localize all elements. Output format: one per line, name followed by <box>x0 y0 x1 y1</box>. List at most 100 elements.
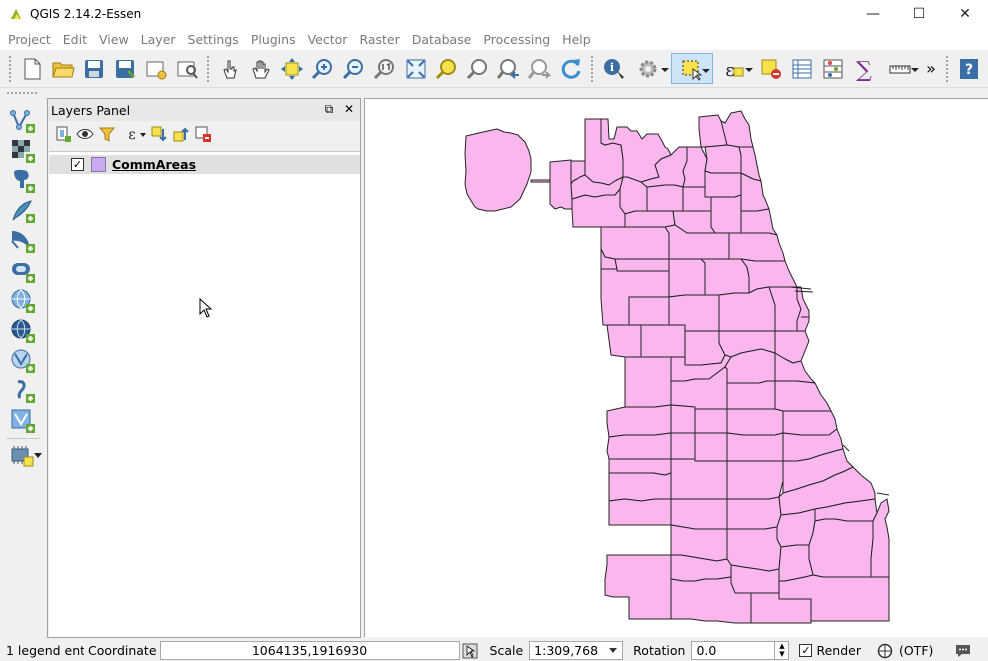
render-checkbox[interactable]: ✓ <box>799 644 813 657</box>
comm-area-polygon[interactable] <box>602 324 642 358</box>
comm-area-polygon[interactable] <box>718 286 776 332</box>
comm-area-polygon[interactable] <box>606 404 672 438</box>
crs-status-button[interactable] <box>875 641 895 661</box>
minimize-button[interactable]: — <box>850 0 896 28</box>
zoom-out-button[interactable] <box>338 53 369 84</box>
comm-area-polygon[interactable] <box>710 194 742 234</box>
select-features-button[interactable] <box>671 53 713 84</box>
maximize-button[interactable]: ☐ <box>896 0 942 28</box>
select-by-expression-button[interactable]: ε <box>713 53 755 84</box>
close-window-button[interactable]: ✕ <box>942 0 988 28</box>
show-statistical-summary-button[interactable]: ∑ <box>848 53 879 84</box>
comm-area-polygon[interactable] <box>549 159 573 210</box>
pan-map-button[interactable] <box>245 53 276 84</box>
open-project-button[interactable] <box>47 53 78 84</box>
toolbar-handle[interactable] <box>6 91 38 95</box>
layer-item-commareas[interactable]: ✓ CommAreas <box>49 155 360 174</box>
comm-area-polygon[interactable] <box>726 526 782 572</box>
statistical-summary-table-button[interactable] <box>817 53 848 84</box>
close-panel-button[interactable]: ✕ <box>342 102 356 116</box>
comm-area-polygon[interactable] <box>726 380 776 410</box>
manage-visibility-button[interactable] <box>74 123 96 145</box>
comm-area-polygon[interactable] <box>604 554 672 620</box>
layer-symbol-swatch[interactable] <box>91 157 106 172</box>
add-vector-layer-button[interactable] <box>8 106 38 136</box>
help-button[interactable]: ? <box>953 53 984 84</box>
menu-processing[interactable]: Processing <box>477 32 556 47</box>
comm-area-polygon[interactable] <box>726 496 782 530</box>
layer-tree[interactable]: ✓ CommAreas <box>49 151 360 637</box>
comm-area-polygon[interactable] <box>726 432 784 462</box>
map-canvas[interactable] <box>364 98 988 637</box>
remove-layer-button[interactable] <box>192 123 214 145</box>
open-attribute-table-button[interactable] <box>786 53 817 84</box>
add-group-button[interactable] <box>52 123 74 145</box>
touch-zoom-pan-button[interactable] <box>214 53 245 84</box>
zoom-in-button[interactable] <box>307 53 338 84</box>
toggle-extents-button[interactable] <box>460 641 480 661</box>
save-project-button[interactable] <box>78 53 109 84</box>
add-wcs-layer-button[interactable] <box>8 316 38 346</box>
add-spatialite-layer-button[interactable] <box>8 196 38 226</box>
comm-area-polygon[interactable] <box>600 226 670 260</box>
messages-button[interactable] <box>953 641 973 661</box>
zoom-to-selection-button[interactable] <box>431 53 462 84</box>
identify-features-button[interactable]: i <box>598 53 629 84</box>
comm-area-polygon[interactable] <box>624 210 676 228</box>
toolbar-overflow-button[interactable]: » <box>921 53 941 84</box>
comm-area-polygon[interactable] <box>778 544 814 582</box>
comm-area-polygon[interactable] <box>740 208 778 236</box>
zoom-last-button[interactable] <box>493 53 524 84</box>
filter-by-expression-button[interactable]: ε <box>118 123 148 145</box>
new-project-button[interactable] <box>16 53 47 84</box>
comm-area-polygon[interactable] <box>530 179 551 183</box>
comm-area-polygon[interactable] <box>670 432 696 460</box>
comm-area-polygon[interactable] <box>464 128 532 212</box>
comm-area-polygon[interactable] <box>608 498 672 526</box>
add-raster-layer-button[interactable] <box>8 136 38 166</box>
comm-area-polygon[interactable] <box>774 380 832 412</box>
menu-database[interactable]: Database <box>406 32 478 47</box>
measure-line-button[interactable] <box>879 53 921 84</box>
menu-project[interactable]: Project <box>2 32 57 47</box>
composer-manager-button[interactable] <box>171 53 202 84</box>
comm-area-polygon[interactable] <box>728 232 786 262</box>
comm-area-polygon[interactable] <box>646 184 684 212</box>
add-delimited-text-layer-button[interactable] <box>8 376 38 406</box>
menu-vector[interactable]: Vector <box>302 32 354 47</box>
comm-area-polygon[interactable] <box>614 258 670 272</box>
menu-raster[interactable]: Raster <box>353 32 405 47</box>
comm-area-polygon[interactable] <box>808 518 874 578</box>
toolbar-handle[interactable] <box>945 54 949 83</box>
rotation-spinbox[interactable]: 0.0 ▲ ▼ <box>691 641 790 660</box>
comm-area-polygon[interactable] <box>698 114 728 148</box>
menu-view[interactable]: View <box>93 32 135 47</box>
rotation-spin-buttons[interactable]: ▲ ▼ <box>774 642 788 659</box>
deselect-features-button[interactable] <box>755 53 786 84</box>
comm-area-polygon[interactable] <box>624 356 672 408</box>
comm-area-polygon[interactable] <box>640 324 686 358</box>
comm-area-polygon[interactable] <box>668 258 706 298</box>
menu-help[interactable]: Help <box>556 32 597 47</box>
comm-area-polygon[interactable] <box>670 498 728 530</box>
add-mssql-layer-button[interactable] <box>8 226 38 256</box>
comm-area-polygon[interactable] <box>704 170 742 198</box>
comm-area-polygon[interactable] <box>776 508 816 548</box>
menu-plugins[interactable]: Plugins <box>245 32 302 47</box>
expand-all-button[interactable] <box>148 123 170 145</box>
layer-visibility-checkbox[interactable]: ✓ <box>71 158 84 171</box>
pan-to-selection-button[interactable] <box>276 53 307 84</box>
menu-settings[interactable]: Settings <box>182 32 245 47</box>
new-print-composer-button[interactable] <box>140 53 171 84</box>
toolbar-handle[interactable] <box>590 54 594 83</box>
comm-area-polygon[interactable] <box>704 144 742 174</box>
run-feature-action-button[interactable] <box>629 53 671 84</box>
save-as-button[interactable] <box>109 53 140 84</box>
add-virtual-layer-button[interactable] <box>8 406 38 436</box>
toolbar-handle[interactable] <box>206 54 210 83</box>
comm-area-polygon[interactable] <box>720 110 754 148</box>
scale-combobox[interactable]: 1:309,768 <box>529 641 624 660</box>
comm-area-polygon[interactable] <box>782 410 838 436</box>
zoom-next-button[interactable] <box>524 53 555 84</box>
comm-area-polygon[interactable] <box>726 408 784 436</box>
